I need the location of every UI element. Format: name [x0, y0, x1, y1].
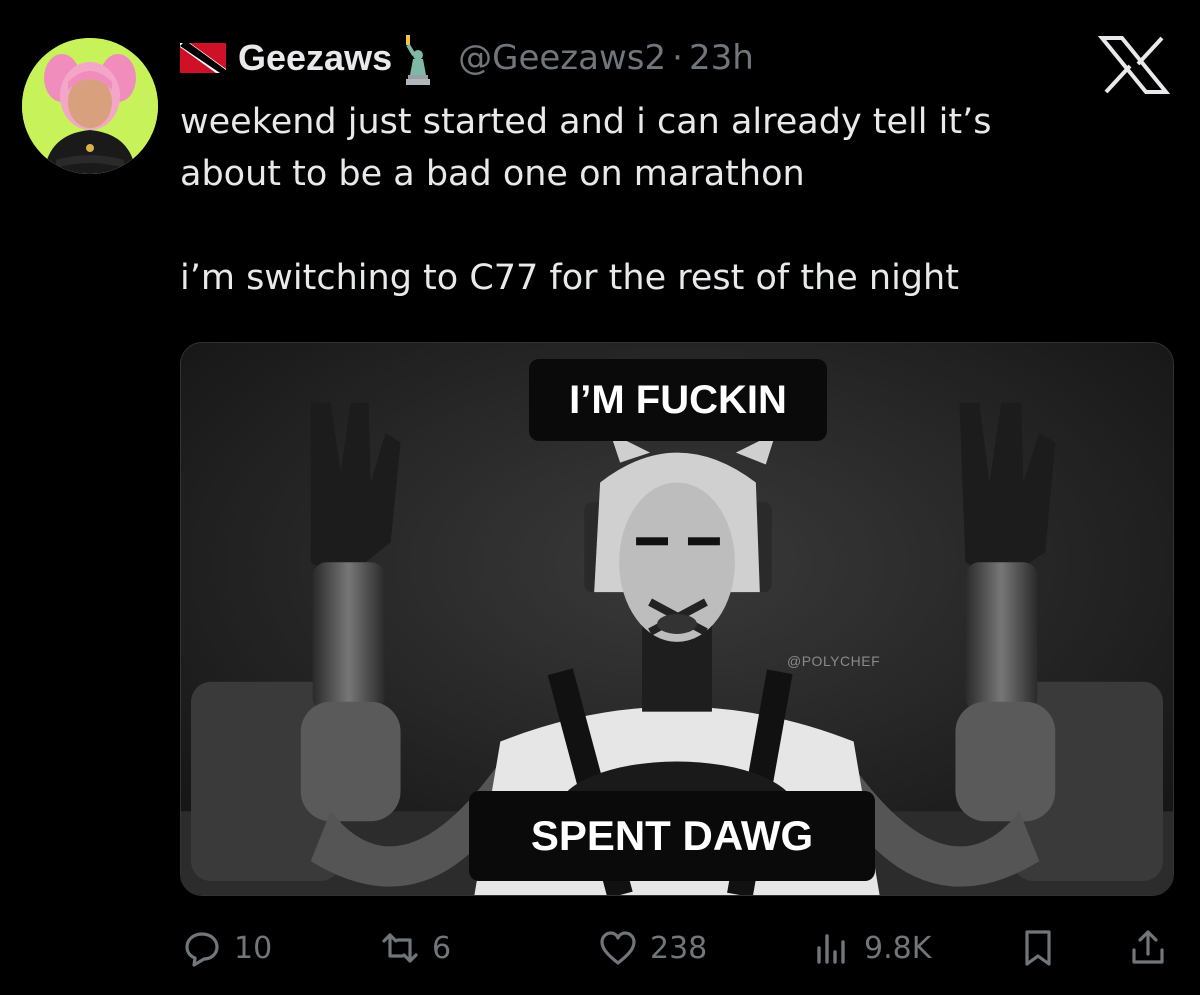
retweet-icon: [378, 926, 422, 970]
tweet-actions: 10 6 238 9.8K: [180, 920, 1172, 980]
display-name[interactable]: Geezaws: [238, 37, 392, 79]
bookmark-icon: [1016, 926, 1060, 970]
tweet-media-image[interactable]: I’M FUCKIN @POLYCHEF SPENT DAWG: [180, 342, 1174, 896]
tweet-text-line: i’m switching to C77 for the rest of the…: [180, 258, 959, 298]
avatar[interactable]: [22, 38, 158, 174]
tweet-header: Geezaws @Geezaws2 · 23h: [180, 30, 754, 86]
share-button[interactable]: [1126, 920, 1170, 976]
reply-icon: [180, 926, 224, 970]
statue-of-liberty-icon: [400, 31, 444, 85]
timestamp[interactable]: 23h: [689, 38, 754, 78]
separator-dot: ·: [672, 38, 683, 78]
image-watermark: @POLYCHEF: [787, 653, 881, 669]
retweet-button[interactable]: 6: [378, 920, 451, 976]
bookmark-button[interactable]: [1016, 920, 1060, 976]
tweet-text: weekend just started and i can already t…: [180, 96, 1170, 304]
tweet-text-line: about to be a bad one on marathon: [180, 154, 805, 194]
trinidad-and-tobago-flag-icon: [180, 43, 226, 73]
reply-button[interactable]: 10: [180, 920, 272, 976]
heart-icon: [596, 926, 640, 970]
handle[interactable]: @Geezaws2: [458, 38, 666, 78]
meme-caption-bottom: SPENT DAWG: [469, 791, 875, 881]
like-count: 238: [650, 930, 708, 966]
like-button[interactable]: 238: [596, 920, 707, 976]
views-count: 9.8K: [864, 930, 932, 966]
retweet-count: 6: [432, 930, 452, 966]
views-button[interactable]: 9.8K: [810, 920, 931, 976]
reply-count: 10: [234, 930, 273, 966]
avatar-illustration: [22, 38, 158, 174]
x-logo-icon[interactable]: [1096, 34, 1172, 96]
tweet-text-line: weekend just started and i can already t…: [180, 102, 992, 142]
meme-caption-top: I’M FUCKIN: [529, 359, 827, 441]
share-icon: [1126, 926, 1170, 970]
views-chart-icon: [810, 926, 854, 970]
